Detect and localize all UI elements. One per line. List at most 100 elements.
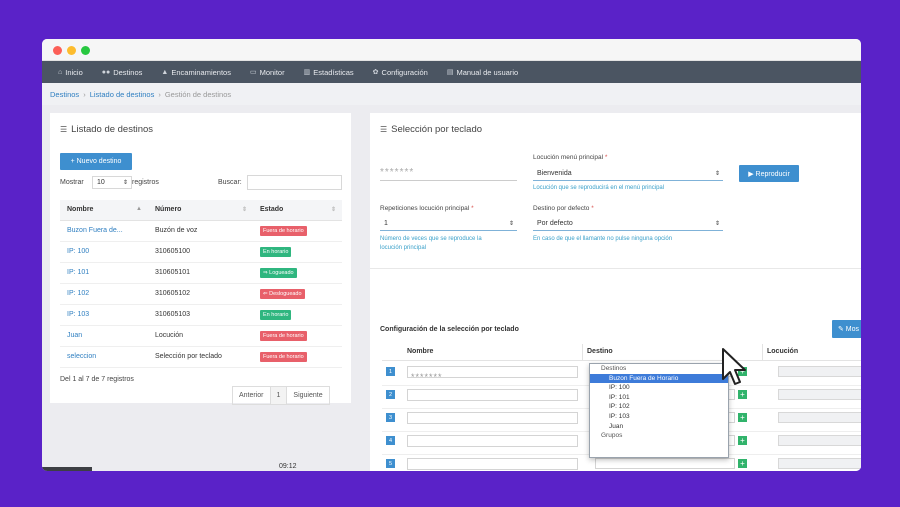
clock-text: 09:12 [279,463,297,470]
nav-item-inicio[interactable]: ⌂ Inicio [58,68,83,77]
column-header-estado[interactable]: Estado ⇕ [253,200,342,221]
status-badge: Fuera de horario [260,225,307,236]
row-name-input[interactable]: ******* [407,366,578,382]
breadcrumb: Destinos › Listado de destinos › Gestión… [42,83,861,105]
panel-title-text: Selección por teclado [391,124,483,135]
book-icon: ▤ [446,69,454,76]
pagination-prev[interactable]: Anterior [233,387,271,404]
destination-status-cell: En horario [253,304,342,326]
page-size-value: 10 [97,179,105,186]
list-icon: ☰ [60,125,68,134]
destination-dropdown: Destinos Buzon Fuera de Horario IP: 100 … [589,363,729,458]
pagination-page[interactable]: 1 [270,387,288,404]
destination-number: 310605102 [148,283,253,305]
show-button[interactable]: ✎ Mos [832,320,861,338]
dock-bar [42,467,92,471]
play-button[interactable]: ▶ Reproducir [739,165,799,182]
nav-item-configuracion[interactable]: ✿ Configuración [373,68,428,77]
dropdown-option[interactable]: IP: 103 [590,412,728,422]
sort-icon: ⇕ [241,207,247,214]
destination-name[interactable]: IP: 101 [60,262,148,284]
nav-item-estadisticas[interactable]: ▥ Estadísticas [304,68,354,77]
repetitions-select[interactable]: 1 ⇕ [380,217,517,231]
row-locution-select[interactable] [778,389,861,400]
column-header-numero[interactable]: Número ⇕ [148,200,253,221]
dropdown-option[interactable]: IP: 102 [590,402,728,412]
add-destination-button[interactable]: + [738,390,747,399]
loc-help: Locución que se reproducirá en el menú p… [533,185,665,191]
column-header-nombre[interactable]: Nombre ▲ [60,200,148,221]
breadcrumb-parent[interactable]: Listado de destinos [90,90,155,99]
table-row[interactable]: IP: 102 310605102 ⇐ Deslogueado [60,283,342,305]
add-destination-button[interactable]: + [738,459,747,468]
destination-name[interactable]: seleccion [60,346,148,368]
dropdown-option[interactable]: IP: 101 [590,393,728,403]
dropdown-group-grupos: Grupos [601,432,623,440]
rep-help-2: locución principal [380,245,427,251]
destination-status-cell: Fuera de horario [253,325,342,347]
config-header-row: Nombre Destino Locución [382,344,861,361]
table-row[interactable]: Juan Locución Fuera de horario [60,325,342,347]
row-name-input[interactable] [407,412,578,424]
row-destination-select[interactable] [595,458,735,469]
sort-asc-icon: ▲ [136,206,142,213]
destination-status-cell: ⇐ Deslogueado [253,283,342,305]
new-destination-button[interactable]: + Nuevo destino [60,153,132,170]
row-name-input[interactable] [407,458,578,470]
add-destination-button[interactable]: + [738,436,747,445]
name-field[interactable]: ******* [380,164,517,181]
nav-item-encaminamientos[interactable]: ▲ Encaminamientos [161,68,231,77]
row-name-input[interactable] [407,435,578,447]
destination-status-cell: Fuera de horario [253,346,342,368]
add-destination-button[interactable]: + [738,413,747,422]
select-arrows-icon: ⇕ [122,180,128,186]
maximize-window-button[interactable] [81,46,90,55]
dropdown-option[interactable]: IP: 100 [590,383,728,393]
destination-name[interactable]: IP: 100 [60,241,148,263]
row-locution-select[interactable] [778,458,861,469]
col-divider [762,344,763,361]
destination-number: 310605100 [148,241,253,263]
nav-item-destinos[interactable]: ●● Destinos [102,68,143,77]
destination-number: 310605103 [148,304,253,326]
nav-item-monitor[interactable]: ▭ Monitor [250,68,285,77]
loc-select[interactable]: Bienvenida ⇕ [533,166,723,181]
dropdown-option[interactable]: Juan [590,422,728,432]
table-row[interactable]: seleccion Selección por teclado Fuera de h… [60,346,342,368]
panel-title: ☰ Listado de destinos [60,124,153,135]
destinations-table: Nombre ▲ Número ⇕ Estado ⇕ Buzon Fuera de..… [60,200,342,368]
default-dest-value: Por defecto [537,220,573,227]
destination-name[interactable]: Juan [60,325,148,347]
sitemap-icon: ▲ [161,68,169,76]
table-row[interactable]: IP: 100 310605100 En horario [60,241,342,263]
destination-status-cell: Fuera de horario [253,220,342,242]
monitor-icon: ▭ [249,69,257,76]
col-divider [582,344,583,361]
dropdown-option[interactable]: Buzon Fuera de Horario [590,373,728,384]
row-locution-select[interactable] [778,412,861,423]
row-locution-select[interactable] [778,435,861,446]
destination-status-cell: En horario [253,241,342,263]
users-icon: ●● [101,68,111,76]
destination-name[interactable]: Buzon Fuera de... [60,220,148,242]
row-locution-select[interactable] [778,366,861,377]
table-row[interactable]: IP: 103 310605103 En horario [60,304,342,326]
config-col-locucion: Locución [767,348,799,355]
search-input[interactable] [247,175,342,190]
sort-icon: ⇕ [330,207,336,214]
row-name-input[interactable] [407,389,578,401]
page-size-select[interactable]: 10 ⇕ [92,176,132,189]
destination-name[interactable]: IP: 103 [60,304,148,326]
minimize-window-button[interactable] [67,46,76,55]
default-dest-select[interactable]: Por defecto ⇕ [533,217,723,231]
close-window-button[interactable] [53,46,62,55]
table-row[interactable]: Buzon Fuera de... Buzón de voz Fuera de ho… [60,220,342,242]
nav-item-manual[interactable]: ▤ Manual de usuario [447,68,518,77]
destination-name[interactable]: IP: 102 [60,283,148,305]
pagination-next[interactable]: Siguiente [287,387,328,404]
panel-title-text: Listado de destinos [71,124,154,135]
breadcrumb-root[interactable]: Destinos [50,90,79,99]
default-dest-label: Destino por defecto * [533,205,594,212]
table-row[interactable]: IP: 101 310605101 ⇒ Logueado [60,262,342,284]
rep-help-1: Número de veces que se reproduce la [380,236,482,242]
